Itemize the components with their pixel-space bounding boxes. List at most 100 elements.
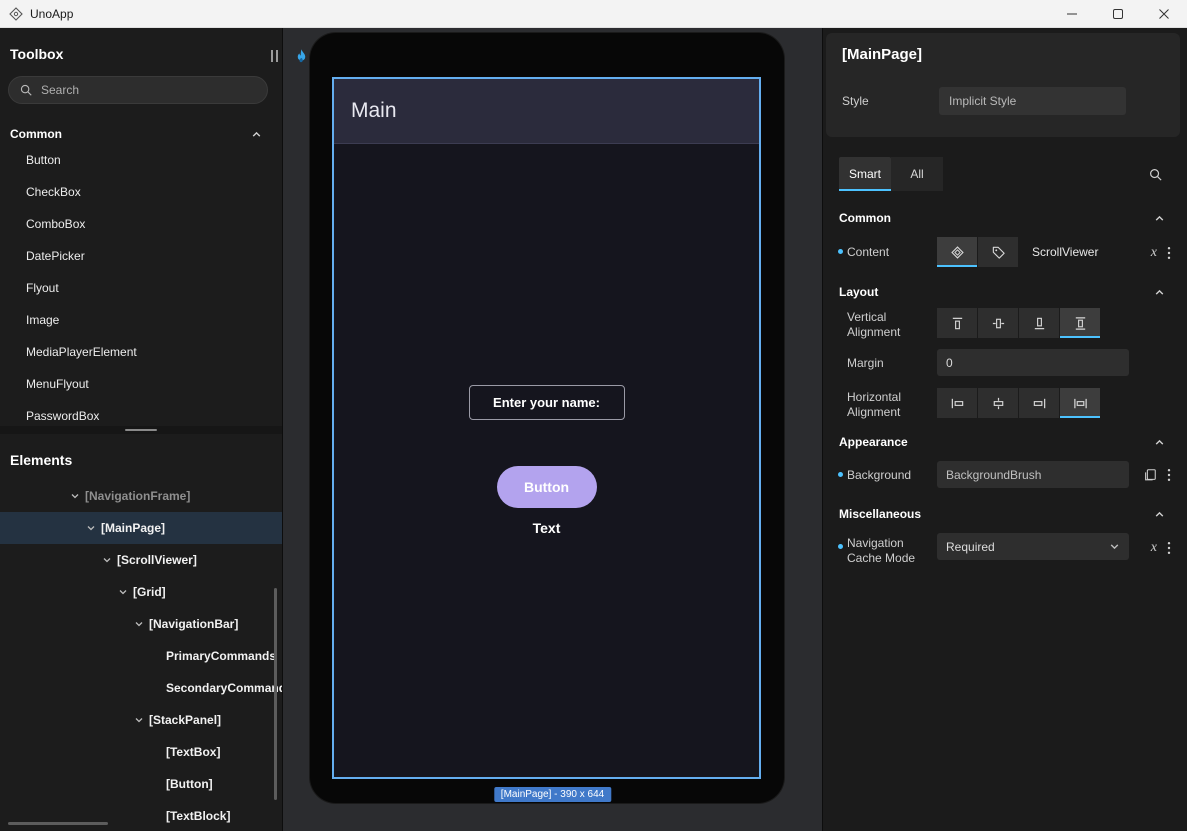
toolbox-item-image[interactable]: Image	[0, 304, 282, 336]
stretch-vertical-button[interactable]	[1060, 308, 1100, 338]
navigation-bar[interactable]: Main	[334, 79, 759, 144]
align-right-icon	[1032, 396, 1047, 411]
element-tree: [NavigationFrame] [MainPage] [ScrollView…	[0, 480, 282, 831]
tab-smart[interactable]: Smart	[839, 157, 891, 191]
close-button[interactable]	[1141, 0, 1187, 27]
panel-splitter[interactable]	[0, 426, 282, 434]
tree-item-stackpanel[interactable]: [StackPanel]	[0, 704, 282, 736]
section-header-common[interactable]: Common	[839, 208, 1165, 228]
kebab-menu-icon[interactable]	[1167, 541, 1171, 555]
chevron-up-icon[interactable]	[1154, 437, 1165, 448]
tree-item-button[interactable]: [Button]	[0, 768, 282, 800]
minimize-button[interactable]	[1049, 0, 1095, 27]
tree-item-label: [Grid]	[133, 585, 166, 599]
toolbox-title: Toolbox	[0, 28, 282, 68]
chevron-down-icon	[1109, 541, 1120, 552]
tree-item-grid[interactable]: [Grid]	[0, 576, 282, 608]
chevron-up-icon[interactable]	[1154, 509, 1165, 520]
canvas-textbox[interactable]: Enter your name:	[469, 385, 625, 420]
align-center-vertical-icon	[991, 316, 1006, 331]
stretch-horizontal-button[interactable]	[1060, 388, 1100, 418]
property-row-margin: Margin 0	[823, 349, 1187, 377]
content-editor-toggle	[937, 237, 1018, 267]
tree-item-secondarycommands[interactable]: SecondaryCommands	[0, 672, 282, 704]
align-top-button[interactable]	[937, 308, 977, 338]
background-field[interactable]: BackgroundBrush	[937, 461, 1129, 488]
tag-editor-button[interactable]	[978, 237, 1018, 267]
tree-item-scrollviewer[interactable]: [ScrollViewer]	[0, 544, 282, 576]
section-label: Common	[10, 127, 62, 141]
chevron-up-icon[interactable]	[1154, 287, 1165, 298]
vertical-alignment-label: Vertical Alignment	[847, 310, 900, 340]
align-bottom-button[interactable]	[1019, 308, 1059, 338]
toolbox-item-datepicker[interactable]: DatePicker	[0, 240, 282, 272]
chevron-down-icon[interactable]	[134, 715, 144, 725]
style-field[interactable]: Implicit Style	[939, 87, 1126, 115]
tab-all[interactable]: All	[891, 157, 943, 191]
tree-item-mainpage[interactable]: [MainPage]	[0, 512, 282, 544]
chevron-down-icon[interactable]	[70, 491, 80, 501]
tree-item-textbox[interactable]: [TextBox]	[0, 736, 282, 768]
binding-expression-icon[interactable]: x	[1151, 245, 1157, 261]
horizontal-scrollbar[interactable]	[8, 822, 108, 825]
tree-item-navigationbar[interactable]: [NavigationBar]	[0, 608, 282, 640]
toolbox-item-mediaplayerelement[interactable]: MediaPlayerElement	[0, 336, 282, 368]
toolbox-item-flyout[interactable]: Flyout	[0, 272, 282, 304]
section-header-miscellaneous[interactable]: Miscellaneous	[839, 504, 1165, 524]
align-left-button[interactable]	[937, 388, 977, 418]
chevron-up-icon[interactable]	[251, 129, 262, 140]
align-center-horizontal-button[interactable]	[978, 388, 1018, 418]
toolbox-item-combobox[interactable]: ComboBox	[0, 208, 282, 240]
align-right-button[interactable]	[1019, 388, 1059, 418]
property-row-navigation-cache-mode: Navigation Cache Mode Required x	[823, 533, 1187, 577]
toolbox-item-button[interactable]: Button	[0, 144, 282, 176]
section-header-layout[interactable]: Layout	[839, 282, 1165, 302]
toolbox-section-common[interactable]: Common	[0, 124, 282, 144]
align-center-vertical-button[interactable]	[978, 308, 1018, 338]
value-editor-button[interactable]	[937, 237, 977, 267]
tree-item-primarycommands[interactable]: PrimaryCommands	[0, 640, 282, 672]
navigation-cache-mode-dropdown[interactable]: Required	[937, 533, 1129, 560]
vertical-alignment-toggle	[937, 308, 1100, 338]
content-value[interactable]: ScrollViewer	[1032, 245, 1098, 259]
hot-design-flame-icon[interactable]	[292, 45, 310, 67]
section-header-appearance[interactable]: Appearance	[839, 432, 1165, 452]
chevron-down-icon[interactable]	[102, 555, 112, 565]
page-size-badge: [MainPage] - 390 x 644	[494, 787, 611, 802]
chevron-up-icon[interactable]	[1154, 213, 1165, 224]
toolbox-search[interactable]	[8, 76, 268, 104]
margin-field[interactable]: 0	[937, 349, 1129, 376]
drag-handle-icon[interactable]	[271, 50, 278, 62]
splitter-grip[interactable]	[125, 429, 157, 431]
page-selection-outline[interactable]: Main Enter your name: Button Text	[332, 77, 761, 779]
selected-element-card: [MainPage] Style Implicit Style	[826, 33, 1180, 137]
align-bottom-icon	[1032, 316, 1047, 331]
toolbox-item-checkbox[interactable]: CheckBox	[0, 176, 282, 208]
chevron-down-icon[interactable]	[86, 523, 96, 533]
toolbox-item-menuflyout[interactable]: MenuFlyout	[0, 368, 282, 400]
chevron-down-icon[interactable]	[118, 587, 128, 597]
section-label: Miscellaneous	[839, 507, 921, 521]
binding-expression-icon[interactable]: x	[1151, 540, 1157, 556]
margin-label: Margin	[847, 356, 884, 371]
search-input[interactable]	[41, 83, 241, 97]
tree-item-navigationframe[interactable]: [NavigationFrame]	[0, 480, 282, 512]
maximize-button[interactable]	[1095, 0, 1141, 27]
properties-search-icon[interactable]	[1148, 167, 1163, 182]
stretch-vertical-icon	[1073, 316, 1088, 331]
vertical-scrollbar[interactable]	[274, 588, 277, 800]
canvas-textblock[interactable]: Text	[533, 520, 561, 536]
modified-dot	[838, 472, 843, 477]
chevron-down-icon[interactable]	[134, 619, 144, 629]
property-row-horizontal-alignment: Horizontal Alignment	[823, 388, 1187, 432]
tree-item-textblock[interactable]: [TextBlock]	[0, 800, 282, 831]
kebab-menu-icon[interactable]	[1167, 468, 1171, 482]
canvas-button[interactable]: Button	[497, 466, 597, 508]
device-frame: Main Enter your name: Button Text	[310, 33, 784, 803]
tag-icon	[991, 245, 1006, 260]
tree-item-label: [NavigationFrame]	[85, 489, 190, 503]
diamond-icon	[950, 245, 965, 260]
kebab-menu-icon[interactable]	[1167, 246, 1171, 260]
copy-resource-icon[interactable]	[1143, 468, 1157, 482]
toolbox-item-passwordbox[interactable]: PasswordBox	[0, 400, 282, 426]
